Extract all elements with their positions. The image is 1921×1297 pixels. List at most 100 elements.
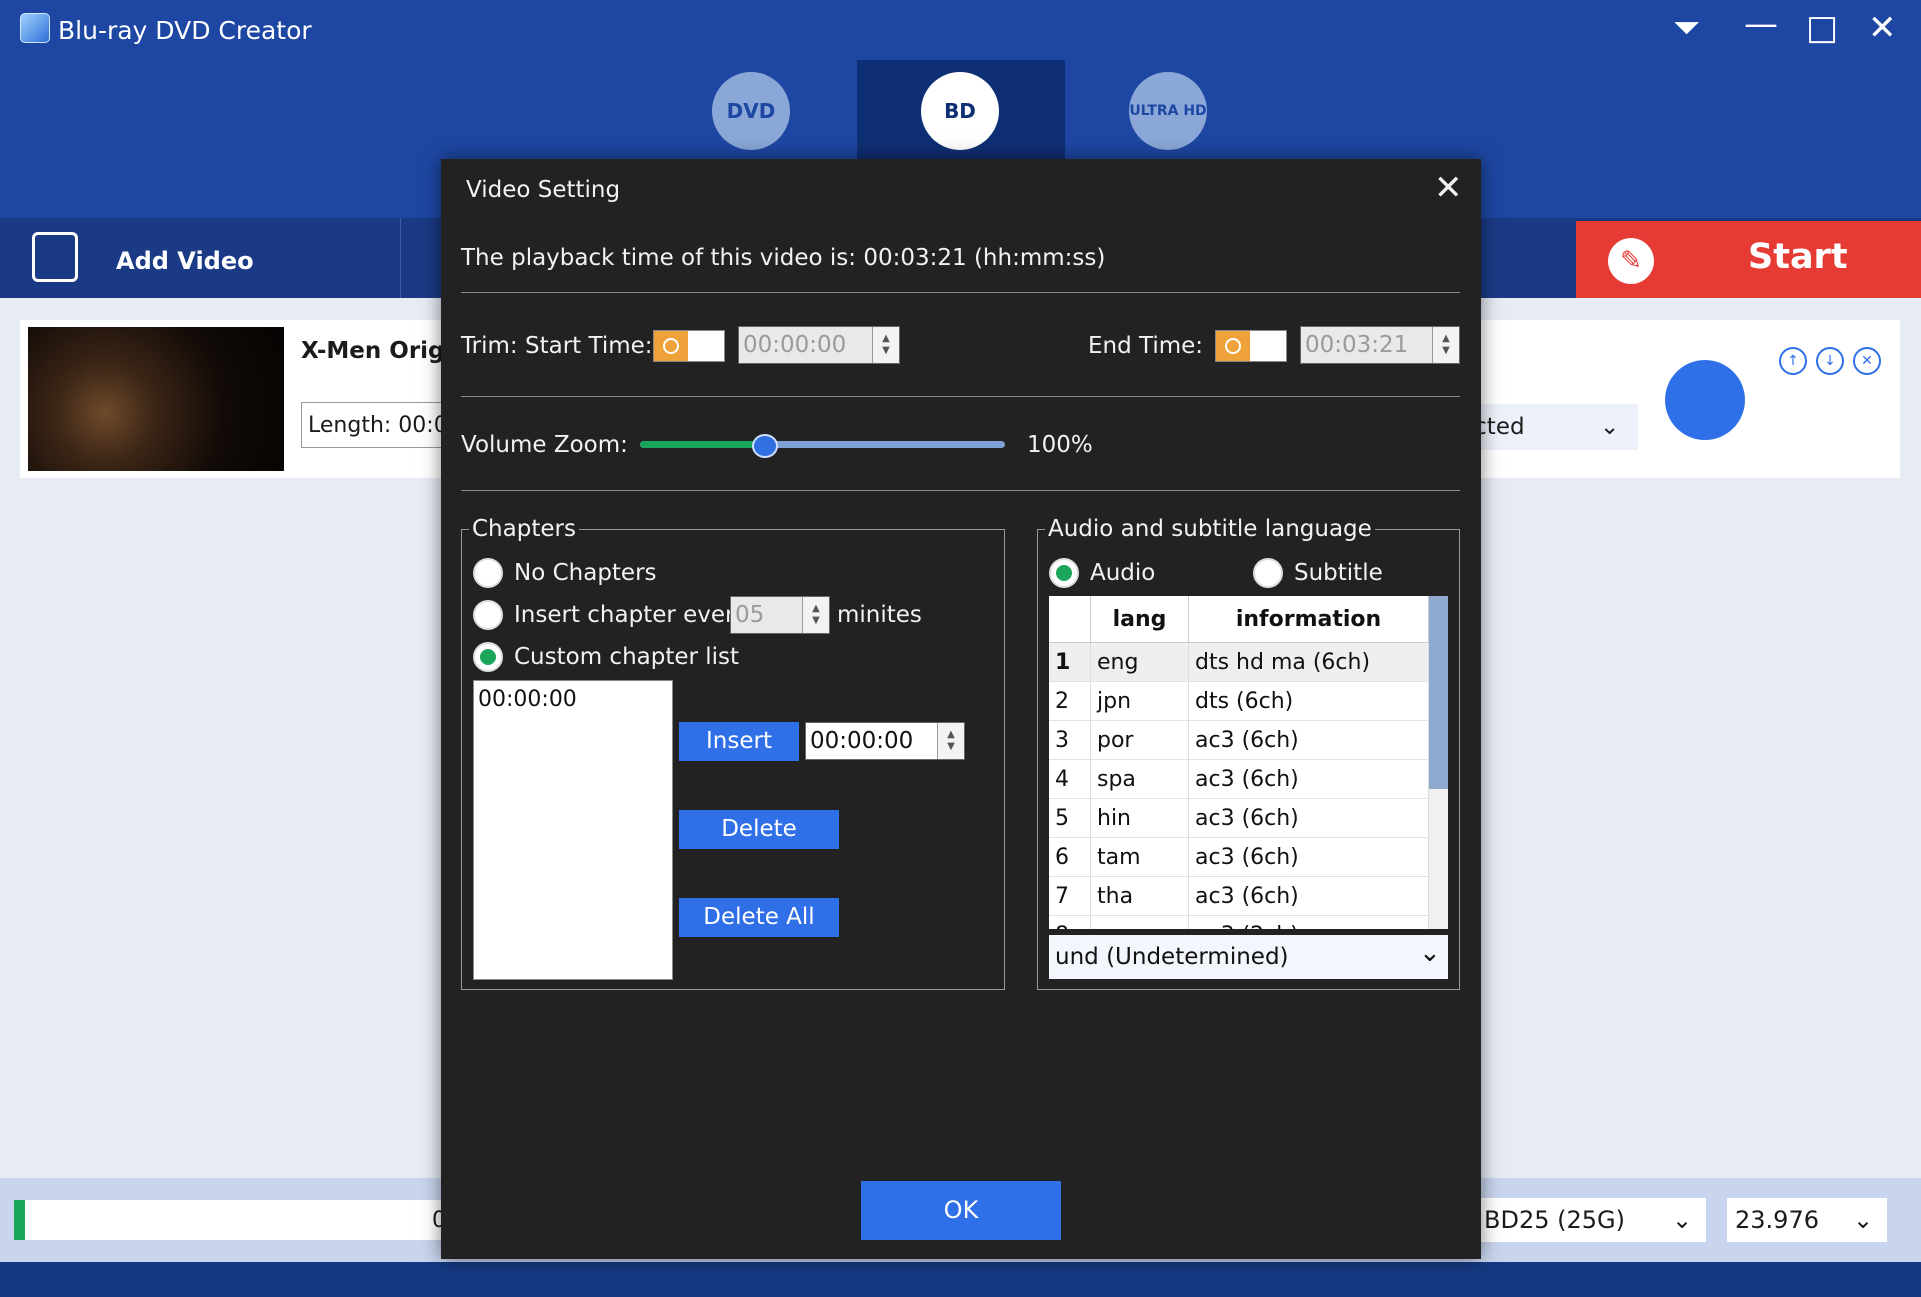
- row-index: 8: [1049, 915, 1091, 929]
- tab-dvd[interactable]: DVD: [648, 60, 856, 160]
- chevron-down-icon: ⌄: [1419, 938, 1441, 968]
- no-chapters-label: No Chapters: [514, 560, 657, 586]
- end-time-toggle[interactable]: [1215, 330, 1287, 362]
- end-time-value: 00:03:21: [1305, 332, 1409, 358]
- table-row[interactable]: 3 por ac3 (6ch): [1049, 720, 1429, 760]
- close-window-icon[interactable]: ✕: [1868, 8, 1897, 48]
- subtitle-label: Subtitle: [1294, 560, 1383, 586]
- insert-button[interactable]: Insert: [679, 722, 799, 761]
- table-row[interactable]: 4 spa ac3 (6ch): [1049, 759, 1429, 799]
- trim-start-toggle[interactable]: [653, 330, 725, 362]
- row-lang: eng: [1090, 915, 1189, 929]
- status-bar: [0, 1262, 1921, 1297]
- table-scrollbar[interactable]: [1429, 596, 1448, 929]
- scrollbar-thumb[interactable]: [1429, 596, 1448, 789]
- dvd-disc-icon: DVD: [712, 72, 790, 150]
- video-edit-icon[interactable]: [1665, 360, 1745, 440]
- divider: [461, 292, 1460, 293]
- chevron-down-icon: ⌄: [1672, 1206, 1693, 1234]
- table-row[interactable]: 6 tam ac3 (6ch): [1049, 837, 1429, 877]
- app-title: Blu-ray DVD Creator: [58, 16, 312, 45]
- add-video-icon[interactable]: [32, 232, 78, 282]
- start-button[interactable]: ✎ Start: [1576, 221, 1921, 298]
- row-lang: eng: [1090, 642, 1189, 682]
- frame-rate-select[interactable]: 23.976 ⌄: [1727, 1198, 1887, 1242]
- toolbar-divider: [400, 218, 401, 298]
- language-table[interactable]: lang information 1 eng dts hd ma (6ch) 2 jp…: [1049, 596, 1448, 929]
- disc-size-select[interactable]: BD25 (25G) ⌄: [1476, 1198, 1706, 1242]
- tab-bluray[interactable]: BD: [857, 60, 1065, 160]
- insert-time-value: 00:00:00: [810, 728, 914, 754]
- volume-zoom-label: Volume Zoom:: [461, 432, 628, 458]
- custom-list-radio[interactable]: [473, 642, 503, 672]
- row-index: 1: [1049, 642, 1091, 682]
- remove-icon[interactable]: ✕: [1853, 347, 1881, 375]
- delete-button[interactable]: Delete: [679, 810, 839, 849]
- language-dropdown[interactable]: und (Undetermined) ⌄: [1049, 935, 1448, 979]
- bluray-disc-icon: BD: [921, 72, 999, 150]
- move-up-icon[interactable]: ↑: [1779, 347, 1807, 375]
- row-lang: por: [1090, 720, 1189, 760]
- row-index: 7: [1049, 876, 1091, 916]
- trim-start-time-field[interactable]: 00:00:00 ▲ ▼: [738, 326, 900, 364]
- column-info-header[interactable]: information: [1188, 596, 1429, 643]
- subtitle-radio[interactable]: [1253, 558, 1283, 588]
- chapter-list-item[interactable]: 00:00:00: [474, 681, 672, 718]
- row-index: 5: [1049, 798, 1091, 838]
- column-lang-header[interactable]: lang: [1090, 596, 1189, 643]
- table-row[interactable]: 1 eng dts hd ma (6ch): [1049, 642, 1429, 682]
- insert-every-label: Insert chapter every: [514, 602, 749, 628]
- chevron-down-icon: ⌄: [1600, 414, 1620, 440]
- trim-start-label: Trim: Start Time:: [461, 333, 653, 359]
- chapter-list[interactable]: 00:00:00: [473, 680, 673, 980]
- trim-start-time-value: 00:00:00: [743, 332, 847, 358]
- dropdown-menu-icon[interactable]: ⏷: [1673, 8, 1700, 48]
- row-index: 6: [1049, 837, 1091, 877]
- dialog-close-icon[interactable]: ✕: [1434, 168, 1463, 208]
- audio-label: Audio: [1090, 560, 1156, 586]
- end-time-field[interactable]: 00:03:21 ▲ ▼: [1300, 326, 1460, 364]
- video-thumbnail: [28, 327, 284, 471]
- add-video-button[interactable]: Add Video: [116, 247, 254, 275]
- insert-every-radio[interactable]: [473, 600, 503, 630]
- ok-button[interactable]: OK: [861, 1181, 1061, 1240]
- disc-size-value: BD25 (25G): [1484, 1206, 1625, 1234]
- row-info: ac3 (6ch): [1188, 837, 1429, 877]
- chapter-interval-value: 05: [735, 602, 765, 628]
- table-row[interactable]: 2 jpn dts (6ch): [1049, 681, 1429, 721]
- volume-slider-handle[interactable]: [752, 434, 778, 458]
- chapter-interval-field[interactable]: 05 ▲ ▼: [730, 596, 830, 634]
- row-info: ac3 (6ch): [1188, 798, 1429, 838]
- video-title: X-Men Origi: [301, 338, 453, 364]
- chapters-title: Chapters: [469, 516, 579, 542]
- playback-info: The playback time of this video is: 00:0…: [461, 245, 1106, 271]
- insert-time-field[interactable]: 00:00:00 ▲ ▼: [805, 722, 965, 760]
- start-label: Start: [1748, 237, 1848, 277]
- table-row[interactable]: 5 hin ac3 (6ch): [1049, 798, 1429, 838]
- table-row[interactable]: 8engac3 (2ch): [1049, 915, 1429, 929]
- row-index: 2: [1049, 681, 1091, 721]
- maximize-icon[interactable]: □: [1806, 8, 1838, 48]
- move-down-icon[interactable]: ↓: [1816, 347, 1844, 375]
- spin-arrows-icon[interactable]: ▲ ▼: [937, 723, 964, 759]
- audio-radio[interactable]: [1049, 558, 1079, 588]
- row-info: dts (6ch): [1188, 681, 1429, 721]
- chevron-down-icon: ⌄: [1853, 1206, 1874, 1234]
- spin-arrows-icon[interactable]: ▲ ▼: [802, 597, 829, 633]
- row-lang: hin: [1090, 798, 1189, 838]
- custom-list-label: Custom chapter list: [514, 644, 740, 670]
- language-dropdown-value: und (Undetermined): [1055, 944, 1289, 970]
- row-lang: spa: [1090, 759, 1189, 799]
- volume-value: 100%: [1027, 432, 1093, 458]
- dialog-title: Video Setting: [466, 177, 621, 203]
- video-track-select[interactable]: ected ⌄: [1460, 404, 1638, 450]
- minimize-icon[interactable]: —: [1744, 4, 1778, 44]
- delete-all-button[interactable]: Delete All: [679, 898, 839, 937]
- row-info: ac3 (2ch): [1188, 915, 1429, 929]
- spin-arrows-icon[interactable]: ▲ ▼: [872, 327, 899, 363]
- app-logo-icon: [20, 13, 50, 43]
- no-chapters-radio[interactable]: [473, 558, 503, 588]
- spin-arrows-icon[interactable]: ▲ ▼: [1432, 327, 1459, 363]
- tab-ultrahd[interactable]: ULTRA HD: [1065, 60, 1273, 160]
- table-row[interactable]: 7 tha ac3 (6ch): [1049, 876, 1429, 916]
